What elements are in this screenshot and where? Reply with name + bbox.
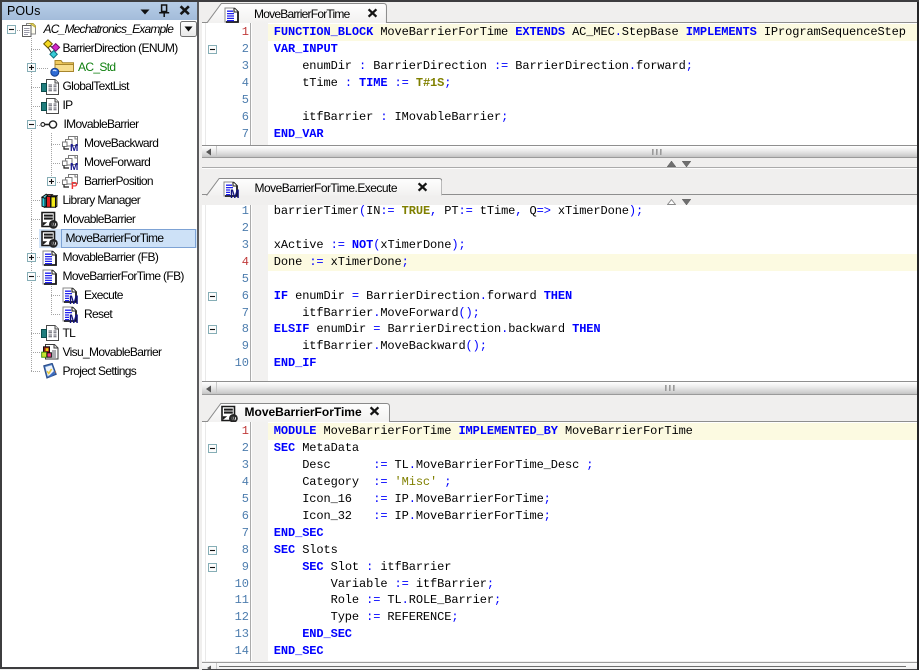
svg-text:M: M	[70, 162, 78, 171]
svg-text:P: P	[71, 181, 78, 190]
svg-text:M: M	[230, 188, 239, 197]
svg-text:M: M	[69, 295, 78, 304]
svg-text:M: M	[70, 143, 78, 152]
svg-text:M: M	[69, 314, 78, 323]
